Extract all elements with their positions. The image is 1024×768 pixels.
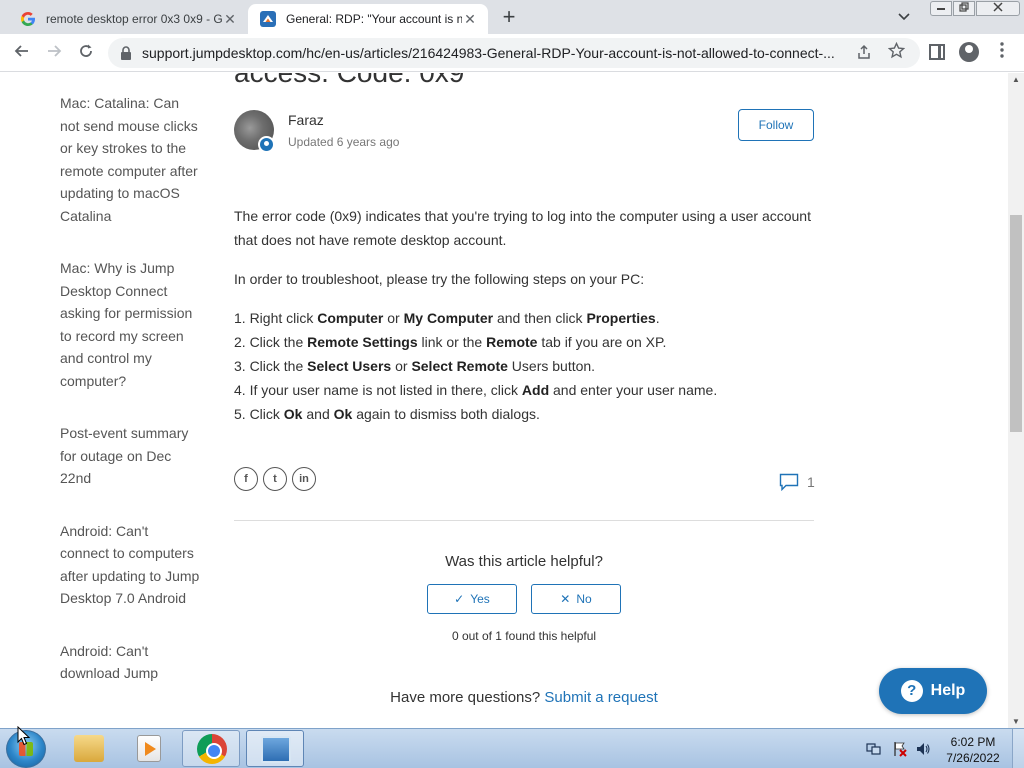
comment-bubble-icon xyxy=(779,473,799,491)
more-questions-text: Have more questions? xyxy=(390,689,541,706)
checkmark-icon: ✓ xyxy=(454,592,465,606)
remote-desktop-icon xyxy=(261,736,291,763)
comments-count: 1 xyxy=(807,474,815,490)
tab-google-search[interactable]: remote desktop error 0x3 0x9 - G ✕ xyxy=(8,4,248,34)
vote-no-label: No xyxy=(576,592,592,606)
google-g-icon xyxy=(21,12,35,26)
browser-toolbar: support.jumpdesktop.com/hc/en-us/article… xyxy=(0,34,1024,72)
sidebar-item-android-connect[interactable]: Android: Can't connect to computers afte… xyxy=(60,520,200,610)
action-center-flag-icon[interactable] xyxy=(892,741,908,757)
tab-title: remote desktop error 0x3 0x9 - G xyxy=(46,12,222,26)
taskbar-media-player[interactable] xyxy=(120,730,178,767)
help-widget-button[interactable]: ? Help xyxy=(879,668,987,714)
clock-time: 6:02 PM xyxy=(950,735,996,749)
comments-link[interactable]: 1 xyxy=(779,473,815,491)
reload-icon[interactable] xyxy=(74,41,98,65)
list-item: 1. Right click Computer or My Computer a… xyxy=(234,310,660,326)
article-troubleshoot: In order to troubleshoot, please try the… xyxy=(234,271,645,287)
submit-request-link[interactable]: Submit a request xyxy=(544,689,657,706)
related-articles-sidebar: Mac: Catalina: Can not send mouse clicks… xyxy=(60,92,200,715)
taskbar-explorer[interactable] xyxy=(60,730,118,767)
mouse-pointer-icon xyxy=(17,726,31,746)
clock-date: 7/26/2022 xyxy=(946,751,1000,765)
vote-count: 0 out of 1 found this helpful xyxy=(451,629,597,643)
new-tab-button[interactable]: + xyxy=(498,6,520,29)
window-minimize-button[interactable] xyxy=(930,1,952,16)
list-item: 3. Click the Select Users or Select Remo… xyxy=(234,358,596,374)
list-item: 2. Click the Remote Settings link or the… xyxy=(234,334,667,350)
author-name[interactable]: Faraz xyxy=(288,112,324,128)
more-questions: Have more questions? Submit a request xyxy=(234,689,814,706)
window-restore-button[interactable] xyxy=(953,1,975,16)
page-viewport: access. Code: 0x9 Mac: Catalina: Can not… xyxy=(0,73,1008,728)
article-body: The error code (0x9) indicates that you'… xyxy=(234,204,814,426)
folder-icon xyxy=(74,735,104,762)
vote-yes-label: Yes xyxy=(470,592,490,606)
question-mark-icon: ? xyxy=(900,680,923,702)
close-tab-icon[interactable]: ✕ xyxy=(462,11,478,27)
share-icon[interactable] xyxy=(856,44,874,62)
bookmark-star-icon[interactable] xyxy=(887,41,906,60)
vote-question: Was this article helpful? xyxy=(445,553,603,570)
tab-jumpdesktop-article[interactable]: General: RDP: "Your account is n ✕ xyxy=(248,4,488,34)
windows-taskbar: 6:02 PM 7/26/2022 xyxy=(0,728,1024,768)
media-player-icon xyxy=(137,735,161,762)
volume-icon[interactable] xyxy=(915,741,931,757)
help-label: Help xyxy=(930,682,966,699)
network-icon[interactable] xyxy=(866,741,882,757)
tab-strip: remote desktop error 0x3 0x9 - G ✕ Gener… xyxy=(0,0,1024,34)
list-item: 4. If your user name is not listed in th… xyxy=(234,382,718,398)
sidebar-item-screen-permission[interactable]: Mac: Why is Jump Desktop Connect asking … xyxy=(60,257,200,392)
jumpdesktop-icon xyxy=(260,11,276,27)
profile-avatar-icon[interactable] xyxy=(959,42,979,62)
show-desktop-button[interactable] xyxy=(1012,729,1024,768)
list-item: 5. Click Ok and Ok again to dismiss both… xyxy=(234,406,540,422)
close-tab-icon[interactable]: ✕ xyxy=(222,11,238,27)
x-mark-icon: ✕ xyxy=(560,592,571,606)
kebab-menu-icon[interactable] xyxy=(994,42,1010,62)
agent-badge-icon xyxy=(258,136,275,153)
url-text[interactable]: support.jumpdesktop.com/hc/en-us/article… xyxy=(142,45,847,61)
vote-no-button[interactable]: ✕ No xyxy=(531,584,621,614)
back-arrow-icon[interactable] xyxy=(10,41,34,65)
forward-arrow-icon[interactable] xyxy=(42,41,66,65)
scroll-up-arrow-icon[interactable]: ▲ xyxy=(1012,75,1020,84)
vote-yes-button[interactable]: ✓ Yes xyxy=(427,584,517,614)
linkedin-icon[interactable]: in xyxy=(292,467,316,491)
sidebar-item-catalina[interactable]: Mac: Catalina: Can not send mouse clicks… xyxy=(60,92,200,227)
sidebar-item-outage-summary[interactable]: Post-event summary for outage on Dec 22n… xyxy=(60,422,200,490)
updated-timestamp: Updated 6 years ago xyxy=(288,135,400,149)
scroll-down-arrow-icon[interactable]: ▼ xyxy=(1012,717,1020,726)
tab-title: General: RDP: "Your account is n xyxy=(286,12,462,26)
follow-button[interactable]: Follow xyxy=(738,109,814,141)
window-close-button[interactable] xyxy=(976,1,1020,16)
lock-icon[interactable] xyxy=(120,46,132,60)
taskbar-chrome[interactable] xyxy=(182,730,240,767)
article-title: access. Code: 0x9 xyxy=(234,73,464,89)
vertical-scrollbar[interactable]: ▲ ▼ xyxy=(1008,73,1024,728)
facebook-icon[interactable]: f xyxy=(234,467,258,491)
address-bar[interactable]: support.jumpdesktop.com/hc/en-us/article… xyxy=(108,38,920,68)
scrollbar-thumb[interactable] xyxy=(1010,215,1022,432)
twitter-icon[interactable]: t xyxy=(263,467,287,491)
side-panel-icon[interactable] xyxy=(929,44,945,60)
steps-list: 1. Right click Computer or My Computer a… xyxy=(234,306,814,426)
chrome-icon xyxy=(197,734,227,764)
tab-search-chevron-icon[interactable] xyxy=(896,10,912,24)
divider xyxy=(234,520,814,521)
sidebar-item-android-download[interactable]: Android: Can't download Jump xyxy=(60,640,200,685)
article-intro: The error code (0x9) indicates that you'… xyxy=(234,208,811,248)
taskbar-remote-desktop[interactable] xyxy=(246,730,304,767)
system-clock[interactable]: 6:02 PM 7/26/2022 xyxy=(940,734,1006,766)
